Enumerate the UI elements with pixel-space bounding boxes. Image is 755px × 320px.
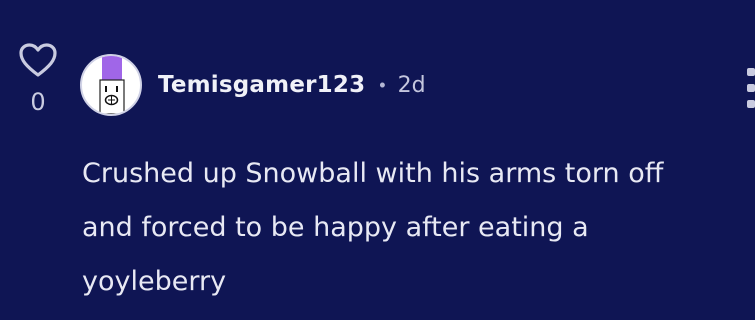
menu-dot [747,68,755,76]
menu-dot [747,100,755,108]
avatar[interactable] [80,54,142,116]
timestamp: 2d [397,72,426,98]
like-count: 0 [30,88,46,116]
comment-text: Crushed up Snowball with his arms torn o… [82,158,664,297]
avatar-drawing-icon [99,56,125,114]
like-control: 0 [18,42,58,116]
more-options-icon[interactable] [745,68,755,108]
comment-header: Temisgamer123 • 2d [80,54,426,116]
username[interactable]: Temisgamer123 [158,72,365,98]
menu-dot [747,84,755,92]
separator-dot: • [379,74,386,95]
heart-icon[interactable] [18,42,58,78]
